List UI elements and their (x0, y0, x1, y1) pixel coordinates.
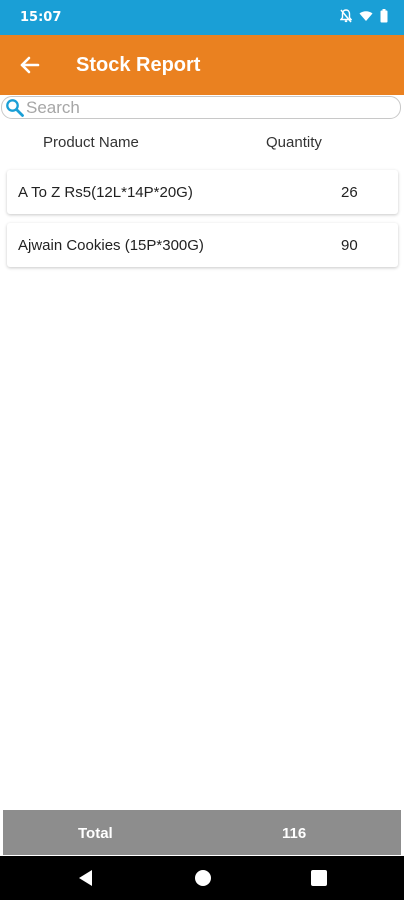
column-header-product-name: Product Name (43, 134, 139, 151)
page-title: Stock Report (76, 54, 201, 76)
system-navigation-bar (0, 856, 404, 900)
search-icon (6, 99, 24, 117)
battery-icon (380, 9, 388, 23)
arrow-left-icon (20, 56, 40, 74)
nav-recents-button[interactable] (309, 868, 329, 888)
wifi-icon (359, 10, 373, 22)
product-quantity: 26 (341, 184, 358, 201)
back-triangle-icon (79, 870, 92, 886)
back-button[interactable] (14, 51, 46, 79)
status-time: 15:07 (20, 10, 62, 25)
app-bar: Stock Report (0, 35, 404, 95)
table-row[interactable]: Ajwain Cookies (15P*300G) 90 (7, 223, 398, 267)
search-input[interactable] (26, 97, 396, 118)
total-label: Total (78, 825, 113, 842)
total-value: 116 (282, 825, 307, 842)
recents-square-icon (311, 870, 327, 886)
status-icons (340, 9, 388, 23)
product-name: Ajwain Cookies (15P*300G) (18, 237, 204, 254)
nav-home-button[interactable] (193, 868, 213, 888)
search-bar[interactable] (1, 96, 401, 119)
column-header-quantity: Quantity (266, 134, 322, 151)
product-name: A To Z Rs5(12L*14P*20G) (18, 184, 193, 201)
status-bar: 15:07 (0, 0, 404, 35)
table-row[interactable]: A To Z Rs5(12L*14P*20G) 26 (7, 170, 398, 214)
home-circle-icon (195, 870, 211, 886)
nav-back-button[interactable] (76, 868, 96, 888)
product-quantity: 90 (341, 237, 358, 254)
total-bar: Total 116 (3, 810, 401, 855)
notifications-off-icon (340, 9, 352, 23)
